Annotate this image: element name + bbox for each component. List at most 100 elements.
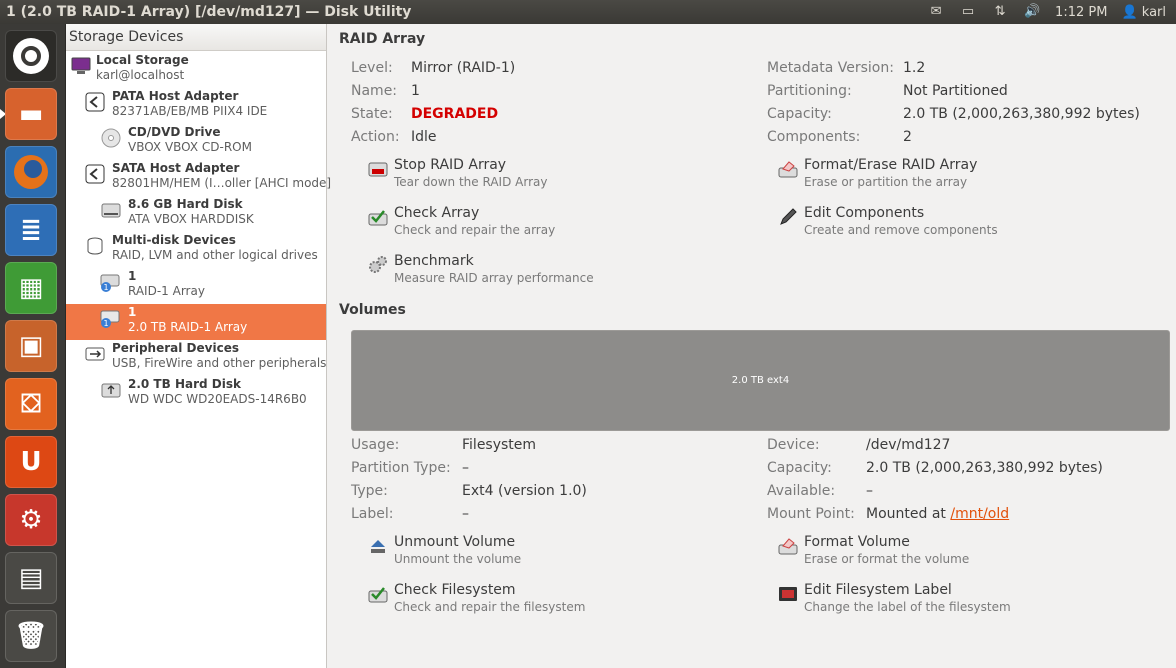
capacity-value: 2.0 TB (2,000,263,380,992 bytes) (903, 106, 1140, 122)
state-value: DEGRADED (411, 106, 499, 122)
shopping-bag-icon: ⛋ (21, 388, 41, 419)
available-label: Available: (767, 483, 836, 499)
sidebar-item-hard-disk-2tb[interactable]: 2.0 TB Hard Disk WD WDC WD20EADS-14R6B0 (66, 376, 326, 412)
trash-launcher[interactable]: 🗑 (5, 610, 57, 662)
writer-launcher[interactable]: ≣ (5, 204, 57, 256)
system-tray: ✉ ▭ ⇅ 🔊 1:12 PM 👤 karl (927, 5, 1176, 20)
label-value: – (462, 506, 469, 522)
mount-point-prefix: Mounted at (866, 506, 946, 522)
calc-launcher[interactable]: ▦ (5, 262, 57, 314)
volumes-section-title: Volumes (339, 302, 406, 318)
volume-bar[interactable]: 2.0 TB ext4 (351, 330, 1170, 431)
launcher: ▬ ≣ ▦ ▣ ⛋ U ⚙ ▤ 🗑 (0, 24, 66, 668)
sidebar-item-cd-dvd-drive[interactable]: CD/DVD Drive VBOX VBOX CD-ROM (66, 124, 326, 160)
calc-icon: ▦ (18, 273, 44, 303)
multi-disk-icon (84, 235, 106, 257)
sidebar-item-title: Multi-disk Devices (112, 233, 236, 247)
svg-text:1: 1 (103, 283, 108, 292)
action-name: Benchmark (394, 253, 474, 269)
sidebar-item-multi-disk-devices[interactable]: Multi-disk Devices RAID, LVM and other l… (66, 232, 326, 268)
name-label: Name: (351, 83, 398, 99)
software-center-launcher[interactable]: ⛋ (5, 378, 57, 430)
sidebar-item-title: 2.0 TB Hard Disk (128, 377, 241, 391)
workspace-switcher-launcher[interactable]: ▤ (5, 552, 57, 604)
mail-icon[interactable]: ✉ (927, 5, 945, 19)
gear-icon: ⚙ (19, 505, 43, 535)
ubuntu-logo-icon (13, 38, 49, 74)
metadata-version-value: 1.2 (903, 60, 926, 76)
details-panel: RAID Array Level: Mirror (RAID-1) Name: … (327, 24, 1176, 668)
impress-icon: ▣ (18, 331, 44, 361)
network-icon[interactable]: ⇅ (991, 5, 1009, 19)
impress-launcher[interactable]: ▣ (5, 320, 57, 372)
sidebar-item-subtitle: ATA VBOX HARDDISK (128, 212, 254, 226)
label-edit-icon (779, 587, 797, 601)
capacity-label: Capacity: (767, 106, 832, 122)
edit-components-button[interactable]: Edit Components Create and remove compon… (778, 205, 1078, 245)
action-description: Erase or format the volume (804, 552, 970, 566)
files-launcher[interactable]: ▬ (5, 88, 57, 140)
sidebar-item-title: Peripheral Devices (112, 341, 239, 355)
volume-icon[interactable]: 🔊 (1023, 5, 1041, 19)
sidebar-item-sata-host-adapter[interactable]: SATA Host Adapter 82801HM/HEM (I…oller [… (66, 160, 331, 196)
sidebar-item-subtitle: WD WDC WD20EADS-14R6B0 (128, 392, 307, 406)
level-value: Mirror (RAID-1) (411, 60, 516, 76)
adapter-icon (84, 163, 106, 185)
sidebar-item-subtitle: 2.0 TB RAID-1 Array (128, 320, 248, 334)
check-repair-icon (368, 587, 388, 603)
name-value: 1 (411, 83, 420, 99)
available-value: – (866, 483, 873, 499)
system-settings-launcher[interactable]: ⚙ (5, 494, 57, 546)
user-icon: 👤 (1121, 4, 1138, 20)
firefox-launcher[interactable] (5, 146, 57, 198)
check-filesystem-button[interactable]: Check Filesystem Check and repair the fi… (368, 582, 668, 622)
pencil-icon (780, 208, 797, 225)
mount-point-label: Mount Point: (767, 506, 855, 522)
sidebar-item-title: 1 (128, 269, 137, 283)
partitioning-label: Partitioning: (767, 83, 852, 99)
sidebar-item-raid-array-2tb[interactable]: 1 1 2.0 TB RAID-1 Array (66, 304, 326, 340)
sidebar-item-hard-disk-8gb[interactable]: 8.6 GB Hard Disk ATA VBOX HARDDISK (66, 196, 326, 232)
dash-button[interactable] (5, 30, 57, 82)
check-array-button[interactable]: Check Array Check and repair the array (368, 205, 668, 245)
unmount-volume-button[interactable]: Unmount Volume Unmount the volume (368, 534, 668, 574)
action-name: Edit Filesystem Label (804, 582, 952, 598)
workspace-icon: ▤ (18, 563, 44, 593)
sidebar-item-title: PATA Host Adapter (112, 89, 239, 103)
sidebar-item-title: 8.6 GB Hard Disk (128, 197, 243, 211)
components-label: Components: (767, 129, 861, 145)
sidebar-item-subtitle: 82371AB/EB/MB PIIX4 IDE (112, 104, 268, 118)
hard-disk-icon (100, 199, 122, 221)
sidebar-item-peripheral-devices[interactable]: Peripheral Devices USB, FireWire and oth… (66, 340, 326, 376)
ubuntu-one-launcher[interactable]: U (5, 436, 57, 488)
format-erase-icon (778, 538, 798, 555)
action-name: Check Array (394, 205, 480, 221)
label-label: Label: (351, 506, 394, 522)
sidebar-item-subtitle: RAID-1 Array (128, 284, 205, 298)
clock[interactable]: 1:12 PM (1055, 5, 1107, 20)
usb-disk-icon (100, 379, 122, 401)
edit-filesystem-label-button[interactable]: Edit Filesystem Label Change the label o… (778, 582, 1078, 622)
battery-icon[interactable]: ▭ (959, 5, 977, 19)
format-erase-raid-button[interactable]: Format/Erase RAID Array Erase or partiti… (778, 157, 1078, 197)
mount-point-value: Mounted at /mnt/old (866, 506, 1009, 522)
mount-point-link[interactable]: /mnt/old (950, 506, 1009, 522)
user-menu[interactable]: 👤 karl (1121, 5, 1166, 20)
partitioning-value: Not Partitioned (903, 83, 1008, 99)
benchmark-button[interactable]: Benchmark Measure RAID array performance (368, 253, 668, 293)
sidebar-item-local-storage[interactable]: Local Storage karl@localhost (66, 52, 326, 88)
user-name: karl (1141, 4, 1166, 20)
usage-label: Usage: (351, 437, 400, 453)
folder-icon: ▬ (18, 99, 44, 129)
sidebar-item-raid-array[interactable]: 1 1 RAID-1 Array (66, 268, 326, 304)
sidebar-item-pata-host-adapter[interactable]: PATA Host Adapter 82371AB/EB/MB PIIX4 ID… (66, 88, 326, 124)
sidebar-item-subtitle: RAID, LVM and other logical drives (112, 248, 318, 262)
format-volume-button[interactable]: Format Volume Erase or format the volume (778, 534, 1078, 574)
ubuntu-one-icon: U (20, 447, 42, 477)
firefox-icon (14, 155, 48, 189)
writer-icon: ≣ (20, 215, 42, 245)
action-description: Create and remove components (804, 223, 998, 237)
volume-capacity-value: 2.0 TB (2,000,263,380,992 bytes) (866, 460, 1103, 476)
stop-raid-array-button[interactable]: Stop RAID Array Tear down the RAID Array (368, 157, 668, 197)
action-description: Check and repair the array (394, 223, 556, 237)
